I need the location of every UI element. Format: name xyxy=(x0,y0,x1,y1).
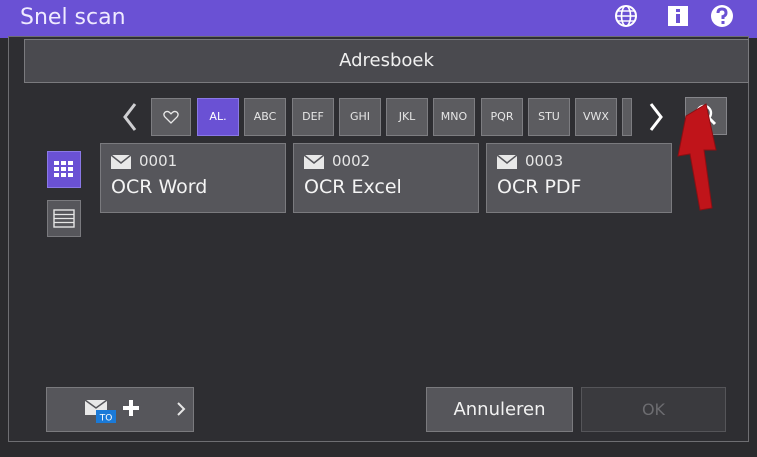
entry-name: OCR Word xyxy=(111,176,208,198)
entry-name: OCR Excel xyxy=(304,176,402,198)
ok-button[interactable]: OK xyxy=(581,387,726,432)
list-view-button[interactable] xyxy=(47,200,81,237)
entry-number: 0001 xyxy=(139,152,178,170)
to-badge: TO xyxy=(99,414,113,424)
envelope-icon xyxy=(496,154,518,169)
address-entry[interactable]: 0002 OCR Excel xyxy=(293,143,479,213)
dialog-title: Adresboek xyxy=(339,50,434,71)
tab-jkl[interactable]: JKL xyxy=(386,98,428,136)
heart-icon xyxy=(163,110,179,124)
envelope-icon xyxy=(303,154,325,169)
help-icon[interactable] xyxy=(708,2,736,30)
address-book-dialog: Adresboek AL. ABC DEF GHI JKL MNO PQR ST… xyxy=(8,36,749,442)
tab-mno[interactable]: MNO xyxy=(433,98,475,136)
entry-name: OCR PDF xyxy=(497,176,582,198)
tab-ghi[interactable]: GHI xyxy=(339,98,381,136)
tab-next-partial[interactable] xyxy=(622,98,632,136)
info-icon[interactable] xyxy=(664,2,692,30)
tab-stu[interactable]: STU xyxy=(528,98,570,136)
chevron-left-icon[interactable] xyxy=(117,100,143,134)
tab-pqr[interactable]: PQR xyxy=(481,98,523,136)
list-icon xyxy=(53,209,75,228)
app-title: Snel scan xyxy=(20,5,126,30)
cancel-button[interactable]: Annuleren xyxy=(426,387,573,432)
chevron-right-icon[interactable] xyxy=(643,100,669,134)
app-top-bar: Snel scan xyxy=(0,0,757,38)
entry-number: 0003 xyxy=(525,152,564,170)
entry-number: 0002 xyxy=(332,152,371,170)
address-entry[interactable]: 0003 OCR PDF xyxy=(486,143,672,213)
grid-icon xyxy=(54,161,73,177)
grid-view-button[interactable] xyxy=(47,151,81,188)
tab-all[interactable]: AL. xyxy=(197,98,239,136)
add-recipient-button[interactable]: TO xyxy=(46,387,194,432)
annotation-arrow-icon xyxy=(676,98,722,216)
globe-icon[interactable] xyxy=(612,2,640,30)
tab-favorites[interactable] xyxy=(151,98,191,136)
tab-abc[interactable]: ABC xyxy=(244,98,286,136)
address-entry[interactable]: 0001 OCR Word xyxy=(100,143,286,213)
tab-vwx[interactable]: VWX xyxy=(575,98,617,136)
tab-def[interactable]: DEF xyxy=(292,98,334,136)
dialog-header: Adresboek xyxy=(24,39,749,83)
envelope-add-icon: TO xyxy=(84,399,186,424)
envelope-icon xyxy=(110,154,132,169)
